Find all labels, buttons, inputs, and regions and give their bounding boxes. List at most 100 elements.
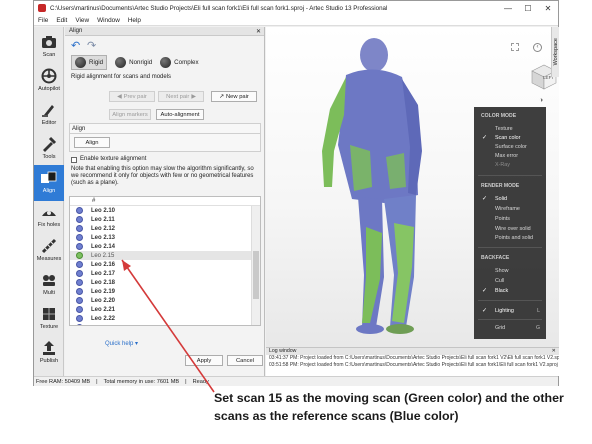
scan-list-item[interactable]: Leo 2.16: [70, 260, 252, 269]
toolbar-tools[interactable]: Tools: [34, 131, 64, 167]
menu-lighting[interactable]: Lighting: [495, 308, 514, 314]
undo-icon[interactable]: ↶: [71, 39, 80, 52]
reference-scan-dot-icon[interactable]: [76, 306, 83, 313]
align-panel: Align ✕ ↶ ↷ Rigid Nonrigid Complex Rigid…: [65, 27, 265, 376]
scan-list-item[interactable]: Leo 2.18: [70, 278, 252, 287]
scrollbar-thumb[interactable]: [253, 251, 259, 299]
menu-wireframe[interactable]: Wireframe: [495, 206, 520, 212]
reference-scan-dot-icon[interactable]: [76, 225, 83, 232]
scan-list-item[interactable]: Leo 2.17: [70, 269, 252, 278]
menu-points-and-solid[interactable]: Points and solid: [495, 235, 533, 241]
mode-rigid-label: Rigid: [89, 59, 104, 66]
toolbar-publish[interactable]: Publish: [34, 335, 64, 371]
reference-scan-dot-icon[interactable]: [76, 324, 83, 325]
rotate-view-icon[interactable]: ‹: [533, 43, 542, 52]
reference-scan-dot-icon[interactable]: [76, 279, 83, 286]
reference-scan-dot-icon[interactable]: [76, 243, 83, 250]
reference-scan-dot-icon[interactable]: [76, 297, 83, 304]
panel-close-icon[interactable]: ✕: [256, 28, 261, 35]
scan-name: Leo 2.11: [91, 216, 115, 223]
menu-surface-color[interactable]: Surface color: [495, 144, 527, 150]
workspace-tab[interactable]: Workspace: [551, 27, 559, 77]
menu-xray[interactable]: X-Ray: [495, 162, 510, 168]
menu-window[interactable]: Window: [97, 17, 120, 24]
reference-scan-dot-icon[interactable]: [76, 270, 83, 277]
fix-holes-icon: [40, 203, 58, 221]
checkmark-icon: ✓: [482, 288, 488, 294]
moving-scan-dot-icon[interactable]: [76, 252, 83, 259]
menu-cull[interactable]: Cull: [495, 278, 504, 284]
mode-rigid[interactable]: Rigid: [71, 55, 108, 70]
redo-icon[interactable]: ↷: [87, 39, 96, 52]
mode-complex[interactable]: Complex: [160, 57, 199, 68]
toolbar-fix-holes[interactable]: Fix holes: [34, 199, 64, 235]
scan-list-item[interactable]: Leo 2.12: [70, 224, 252, 233]
menu-texture[interactable]: Texture: [495, 126, 513, 132]
texture-alignment-checkbox[interactable]: [71, 157, 77, 163]
reference-scan-dot-icon[interactable]: [76, 288, 83, 295]
window-title: C:\Users\martinus\Documents\Artec Studio…: [50, 4, 388, 12]
scan-name: Leo 2.18: [91, 279, 116, 286]
toolbar-texture[interactable]: Texture: [34, 301, 64, 337]
menu-show[interactable]: Show: [495, 268, 509, 274]
scan-list-item[interactable]: Leo 2.20: [70, 296, 252, 305]
cancel-button[interactable]: Cancel: [227, 355, 263, 366]
next-pair-button[interactable]: Next pair ▶: [158, 91, 204, 102]
scan-list-item[interactable]: Leo 2.19: [70, 287, 252, 296]
scan-list-item[interactable]: Leo 2.15: [70, 251, 252, 260]
reference-scan-dot-icon[interactable]: [76, 234, 83, 241]
align-markers-button[interactable]: Align markers: [109, 109, 151, 120]
menu-help[interactable]: Help: [128, 17, 141, 24]
scan-list-item[interactable]: Leo 2.13: [70, 233, 252, 242]
mode-nonrigid[interactable]: Nonrigid: [115, 57, 152, 68]
fit-view-icon[interactable]: [511, 43, 519, 51]
toolbar-multi[interactable]: Multi: [34, 267, 64, 303]
minimize-button[interactable]: —: [498, 1, 518, 15]
toolbar-align[interactable]: Align: [34, 165, 64, 201]
toolbar-measures[interactable]: Measures: [34, 233, 64, 269]
auto-alignment-button[interactable]: Auto-alignment: [156, 109, 204, 120]
menu-wire-over-solid[interactable]: Wire over solid: [495, 226, 531, 232]
toolbar-editor[interactable]: Editor: [34, 97, 64, 133]
reference-scan-dot-icon[interactable]: [76, 216, 83, 223]
apply-button[interactable]: Apply: [185, 355, 223, 366]
menu-view[interactable]: View: [75, 17, 89, 24]
menu-scan-color[interactable]: Scan color: [495, 135, 520, 141]
menu-grid[interactable]: Grid: [495, 325, 505, 331]
prev-pair-button[interactable]: ◀ Prev pair: [109, 91, 155, 102]
quick-help-link[interactable]: Quick help ▾: [105, 340, 138, 347]
scan-list-item[interactable]: Leo 2.21: [70, 305, 252, 314]
scan-list-item[interactable]: Leo 2.14: [70, 242, 252, 251]
reference-scan-dot-icon[interactable]: [76, 315, 83, 322]
close-window-button[interactable]: ✕: [538, 1, 558, 15]
scan-list-item[interactable]: Leo 2.22: [70, 314, 252, 323]
display-settings-icon[interactable]: ◑: [539, 97, 548, 106]
log-close-icon[interactable]: ✕: [552, 348, 556, 355]
screenshot-root: C:\Users\martinus\Documents\Artec Studio…: [0, 0, 592, 444]
menu-max-error[interactable]: Max error: [495, 153, 518, 159]
reference-scan-dot-icon[interactable]: [76, 261, 83, 268]
menu-file[interactable]: File: [38, 17, 48, 24]
menu-edit[interactable]: Edit: [56, 17, 67, 24]
menu-separator: [478, 175, 542, 176]
align-button[interactable]: Align: [74, 137, 110, 148]
maximize-button[interactable]: ☐: [518, 1, 538, 15]
new-pair-button[interactable]: ↗ New pair: [211, 91, 257, 102]
title-bar: C:\Users\martinus\Documents\Artec Studio…: [34, 1, 558, 15]
toolbar-autopilot[interactable]: Autopilot: [34, 63, 64, 99]
scan-list-item[interactable]: Leo 2.10: [70, 206, 252, 215]
status-divider: |: [96, 378, 98, 385]
menu-black[interactable]: Black: [495, 288, 508, 294]
toolbar-publish-label: Publish: [39, 358, 59, 364]
scan-name: Leo 2.20: [91, 297, 116, 304]
menu-points[interactable]: Points: [495, 216, 510, 222]
menu-bar: File Edit View Window Help: [34, 15, 558, 26]
scan-name: Leo 2.23: [91, 325, 115, 326]
scan-list-scrollbar[interactable]: [251, 206, 260, 325]
menu-solid[interactable]: Solid: [495, 196, 507, 202]
mode-nonrigid-label: Nonrigid: [129, 59, 153, 66]
toolbar-scan[interactable]: Scan: [34, 29, 64, 65]
scan-list-item[interactable]: Leo 2.23: [70, 323, 252, 326]
scan-list-item[interactable]: Leo 2.11: [70, 215, 252, 224]
reference-scan-dot-icon[interactable]: [76, 207, 83, 214]
